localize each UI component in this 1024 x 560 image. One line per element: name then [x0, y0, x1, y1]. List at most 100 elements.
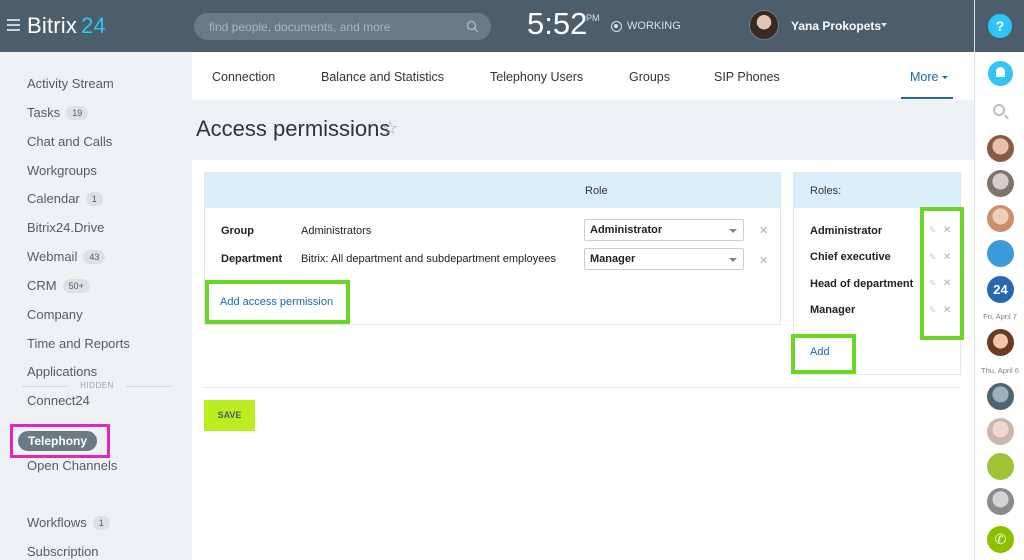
- sidebar-item-label: Tasks: [27, 105, 61, 120]
- sidebar-item-bitrix24-drive[interactable]: Bitrix24.Drive: [27, 220, 104, 235]
- sidebar-item-label: Activity Stream: [27, 76, 114, 91]
- row-type-label: Group: [221, 225, 254, 237]
- add-access-permission-link[interactable]: Add access permission: [220, 296, 333, 308]
- contact-avatar[interactable]: [987, 205, 1014, 232]
- tab-telephony-users[interactable]: Telephony Users: [490, 70, 583, 84]
- sidebar-item-company[interactable]: Company: [27, 307, 83, 322]
- top-bar: Bitrix 24 find people, documents, and mor…: [0, 0, 974, 52]
- close-icon[interactable]: ✕: [759, 254, 768, 267]
- logo-number: 24: [81, 13, 106, 38]
- role-item: Head of department: [810, 278, 914, 290]
- right-panel: ? 24 Fri, April 7 Thu, April 6 ✆: [974, 0, 1024, 560]
- bell-icon[interactable]: [988, 61, 1013, 86]
- sidebar-item-time-and-reports[interactable]: Time and Reports: [27, 336, 130, 351]
- add-role-link[interactable]: Add: [810, 346, 830, 358]
- role-select-value: Administrator: [590, 224, 663, 236]
- counter-badge: 50+: [62, 278, 90, 293]
- counter-badge: 43: [83, 249, 106, 264]
- save-button[interactable]: SAVE: [204, 400, 255, 431]
- menu-icon[interactable]: [7, 19, 20, 31]
- roles-panel-header: Roles:: [794, 173, 960, 208]
- sidebar-item-label: Time and Reports: [27, 336, 130, 351]
- sidebar-item-label: Bitrix24.Drive: [27, 220, 105, 235]
- clock[interactable]: 5:52: [527, 6, 587, 42]
- sidebar-item-webmail[interactable]: Webmail 43: [27, 249, 106, 264]
- sidebar-item-tasks[interactable]: Tasks 19: [27, 105, 89, 120]
- contact-avatar[interactable]: [987, 170, 1014, 197]
- sidebar-item-calendar[interactable]: Calendar 1: [27, 191, 103, 206]
- star-icon[interactable]: ☆: [382, 118, 398, 139]
- search-input[interactable]: find people, documents, and more: [194, 13, 491, 40]
- phone-icon[interactable]: ✆: [987, 526, 1014, 553]
- search-icon[interactable]: [993, 104, 1005, 116]
- sidebar-item-chat-and-calls[interactable]: Chat and Calls: [27, 134, 112, 149]
- bitrix24-chat-icon[interactable]: 24: [987, 276, 1014, 303]
- tab-sip-phones[interactable]: SIP Phones: [714, 70, 780, 84]
- logo[interactable]: Bitrix 24: [27, 13, 106, 39]
- tab-bar: Connection Balance and Statistics Teleph…: [192, 52, 974, 100]
- row-type-label: Department: [221, 253, 283, 265]
- tab-groups[interactable]: Groups: [629, 70, 670, 84]
- sidebar-item-workgroups[interactable]: Workgroups: [27, 163, 97, 178]
- role-item: Chief executive: [810, 251, 891, 263]
- hidden-separator: HIDDEN: [22, 380, 172, 392]
- help-button[interactable]: ?: [988, 14, 1012, 38]
- chevron-down-icon[interactable]: [881, 23, 887, 27]
- sidebar-item-label: Calendar: [27, 191, 80, 206]
- contact-avatar[interactable]: [987, 418, 1014, 445]
- tab-connection[interactable]: Connection: [212, 70, 275, 84]
- user-avatar[interactable]: [749, 10, 779, 40]
- search-placeholder: find people, documents, and more: [209, 20, 391, 34]
- close-icon[interactable]: ✕: [759, 224, 768, 237]
- counter-badge: 1: [92, 515, 110, 530]
- role-select[interactable]: Administrator: [584, 219, 744, 241]
- logo-text: Bitrix: [27, 13, 78, 38]
- user-name[interactable]: Yana Prokopets: [791, 19, 881, 33]
- sidebar-item-workflows[interactable]: Workflows 1: [27, 515, 110, 530]
- sidebar-item-label: Applications: [27, 364, 98, 379]
- contact-avatar[interactable]: [987, 488, 1014, 515]
- sidebar-item-label: Chat and Calls: [27, 134, 113, 149]
- role-column-header: Role: [585, 185, 608, 197]
- sidebar-item-applications[interactable]: Applications: [27, 364, 97, 379]
- sidebar-item-connect24[interactable]: Connect24: [27, 393, 90, 408]
- megaphone-icon[interactable]: [987, 240, 1014, 267]
- row-value: Administrators: [301, 225, 372, 237]
- divider: [204, 387, 961, 388]
- page-title: Access permissions: [196, 116, 391, 141]
- contact-avatar[interactable]: [987, 383, 1014, 410]
- sidebar-item-label: Webmail: [27, 249, 78, 264]
- sidebar-item-subscription[interactable]: Subscription: [27, 544, 99, 559]
- sidebar-item-activity-stream[interactable]: Activity Stream: [27, 76, 114, 91]
- chevron-down-icon: [729, 229, 737, 233]
- search-icon: [466, 20, 479, 33]
- tab-balance-statistics[interactable]: Balance and Statistics: [321, 70, 444, 84]
- permissions-table-header: Role: [205, 173, 780, 208]
- contact-avatar[interactable]: [987, 135, 1014, 162]
- tab-more[interactable]: More: [910, 70, 949, 84]
- sidebar-item-telephony[interactable]: Telephony: [18, 431, 97, 451]
- left-sidebar: [0, 52, 192, 560]
- sidebar-item-label: Workgroups: [27, 163, 97, 178]
- sidebar-item-crm[interactable]: CRM 50+: [27, 278, 90, 293]
- counter-badge: 1: [85, 191, 103, 206]
- megaphone-icon[interactable]: [987, 453, 1014, 480]
- sidebar-item-label: Connect24: [27, 393, 90, 408]
- contact-avatar[interactable]: [987, 329, 1014, 356]
- sidebar-item-label: Subscription: [27, 544, 99, 559]
- date-label: Fri, April 7: [983, 312, 1017, 321]
- counter-badge: 19: [66, 105, 89, 120]
- role-select-value: Manager: [590, 253, 636, 265]
- work-status-label: WORKING: [627, 20, 681, 32]
- tab-more-label: More: [910, 70, 939, 84]
- sidebar-item-label: CRM: [27, 278, 57, 293]
- sidebar-item-label: Workflows: [27, 515, 87, 530]
- role-select[interactable]: Manager: [584, 248, 744, 270]
- record-icon: [611, 20, 622, 32]
- work-status[interactable]: WORKING: [611, 20, 681, 32]
- sidebar-item-open-channels[interactable]: Open Channels: [27, 458, 117, 473]
- sidebar-item-label: Company: [27, 307, 83, 322]
- role-actions-highlight: [920, 207, 964, 340]
- role-item: Manager: [810, 304, 856, 316]
- date-label: Thu, April 6: [981, 366, 1019, 375]
